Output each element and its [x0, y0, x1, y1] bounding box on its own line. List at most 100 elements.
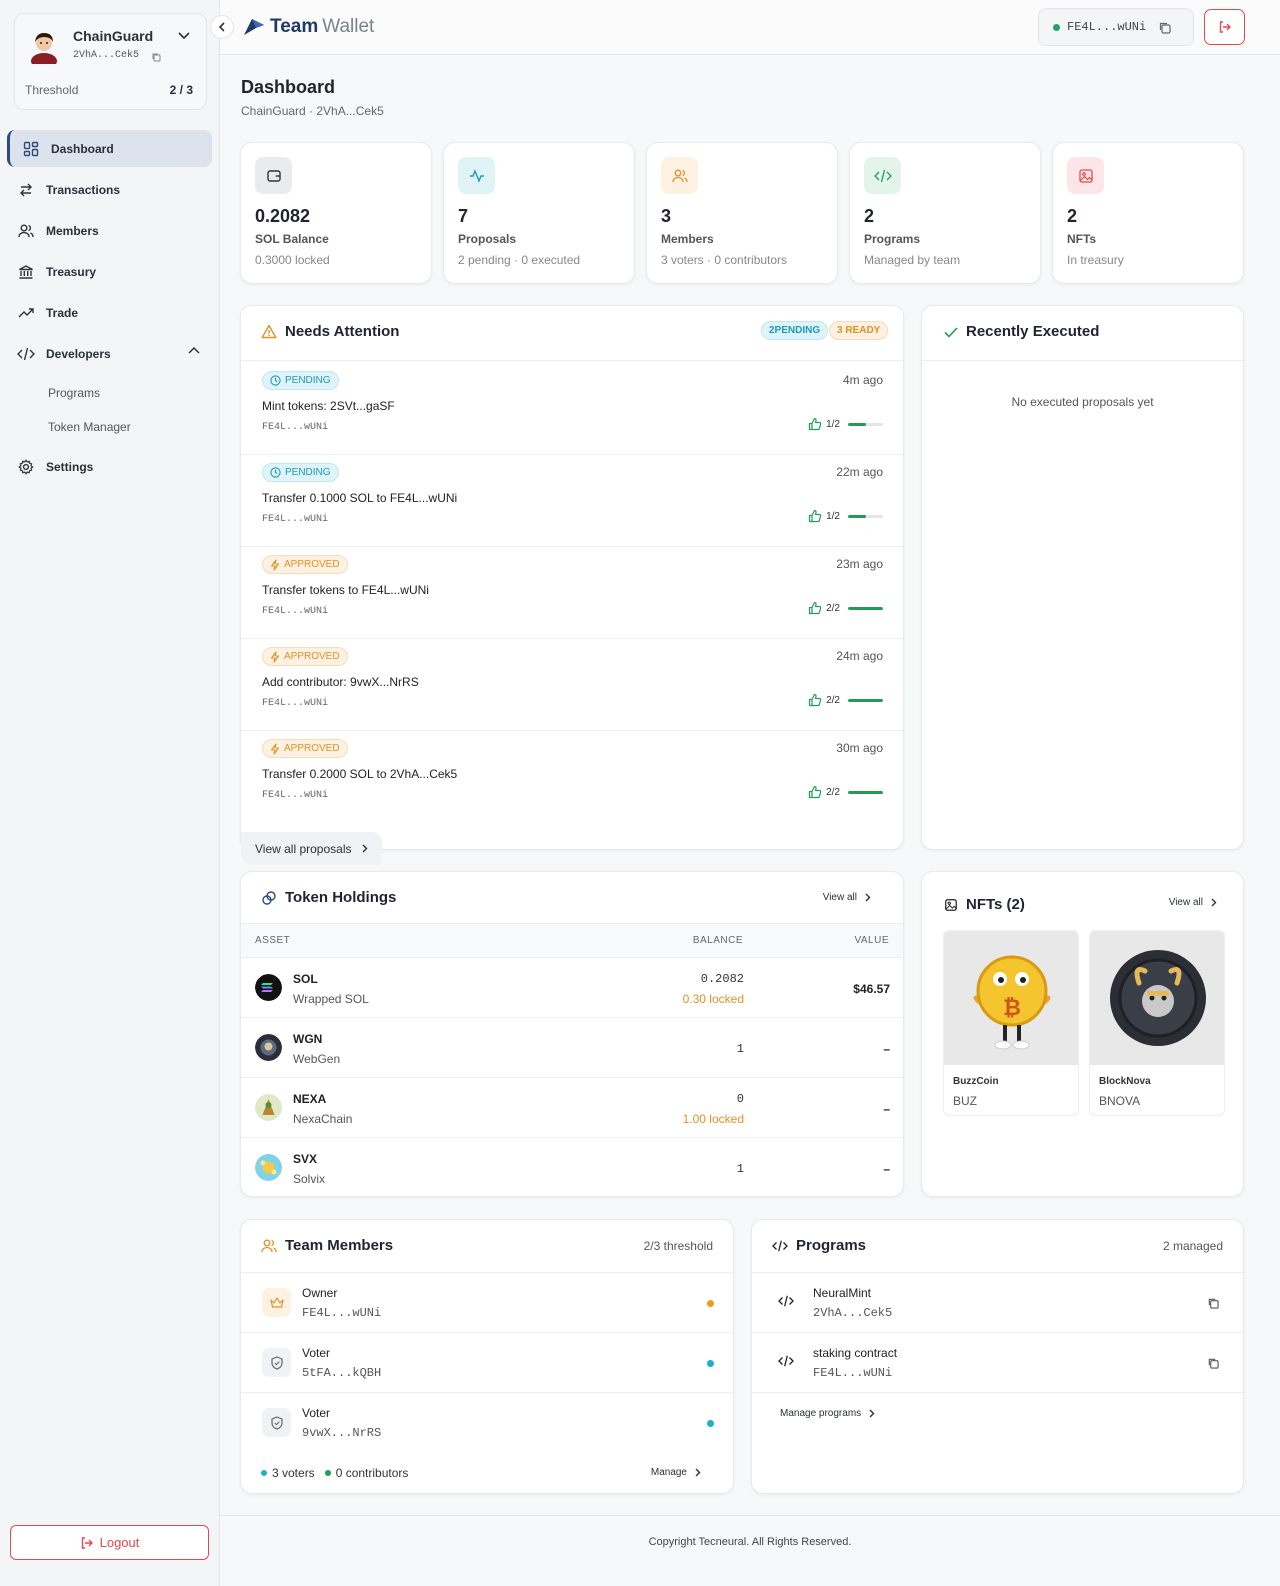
manage-members-link[interactable]: Manage	[651, 1467, 701, 1478]
stat-value: 0.2082	[255, 206, 311, 226]
member-row[interactable]: Voter 5tFA...kQBH	[241, 1332, 734, 1392]
sidebar-item-treasury[interactable]: Treasury	[7, 253, 212, 290]
stat-card-programs[interactable]: 2 Programs Managed by team	[849, 142, 1041, 284]
token-balance: 0.2082	[700, 972, 744, 986]
crown-icon	[262, 1288, 291, 1317]
status-text: APPROVED	[284, 651, 340, 662]
member-row[interactable]: Owner FE4L...wUNi	[241, 1272, 734, 1332]
shield-icon	[262, 1408, 291, 1437]
sidebar-item-label: Transactions	[46, 182, 121, 197]
member-role: Voter	[302, 1346, 331, 1360]
token-value: –	[883, 1102, 890, 1116]
proposal-row[interactable]: APPROVED 30m ago Transfer 0.2000 SOL to 2V…	[241, 731, 903, 823]
proposal-status-badge: APPROVED	[262, 739, 348, 758]
proposal-row[interactable]: APPROVED 24m ago Add contributor: 9vwX...N…	[241, 639, 903, 731]
panel-title: Programs	[772, 1237, 866, 1254]
proposal-votes: 2/2	[808, 693, 883, 707]
divider	[241, 360, 903, 361]
users-icon	[261, 1239, 277, 1252]
account-switcher[interactable]: ChainGuard 2VhA...Cek5 Threshold 2 / 3	[14, 13, 207, 110]
sidebar: ChainGuard 2VhA...Cek5 Threshold 2 / 3 D…	[0, 0, 220, 1586]
stat-card-nfts[interactable]: 2 NFTs In treasury	[1052, 142, 1244, 284]
status-dot	[1053, 23, 1060, 31]
nft-card[interactable]: BlockNova BNOVA	[1089, 930, 1225, 1116]
stat-value: 7	[458, 206, 469, 226]
member-row[interactable]: Voter 9vwX...NrRS	[241, 1392, 734, 1452]
sidebar-item-settings[interactable]: Settings	[7, 448, 212, 485]
arrows-left-right-icon	[17, 181, 35, 199]
table-row[interactable]: SOL Wrapped SOL 0.2082 0.30 locked $46.5…	[241, 957, 904, 1017]
member-role: Owner	[302, 1286, 338, 1300]
table-row[interactable]: WGN WebGen 1 –	[241, 1017, 904, 1077]
token-balance: 0	[736, 1092, 744, 1106]
chevron-down-icon[interactable]	[178, 32, 190, 40]
programs-panel: Programs 2 managed NeuralMint 2VhA...Cek…	[751, 1219, 1245, 1494]
footer: Copyright Tecneural. All Rights Reserved…	[220, 1515, 1280, 1586]
sidebar-subitem-token-manager[interactable]: Token Manager	[7, 410, 212, 444]
disconnect-button[interactable]	[1204, 9, 1245, 45]
stat-sub: In treasury	[1067, 253, 1124, 267]
shield-icon	[262, 1348, 291, 1377]
nft-card[interactable]: ₿ BuzzCoin BUZ	[943, 930, 1079, 1116]
code-icon	[17, 345, 35, 363]
brand-logo[interactable]: Team Wallet	[242, 16, 374, 38]
copy-icon[interactable]	[1158, 21, 1171, 34]
proposal-creator: FE4L...wUNi	[262, 790, 329, 801]
logout-button[interactable]: Logout	[10, 1525, 209, 1560]
stat-card-proposals[interactable]: 7 Proposals 2 pending · 0 executed	[443, 142, 635, 284]
view-all-tokens-link[interactable]: View all	[823, 892, 871, 903]
logout-label: Logout	[99, 1535, 140, 1550]
sidebar-item-members[interactable]: Members	[7, 212, 212, 249]
sidebar-item-label: Treasury	[46, 264, 97, 279]
copy-icon[interactable]	[1207, 1297, 1219, 1309]
table-row[interactable]: NEXA NexaChain 0 1.00 locked –	[241, 1077, 904, 1137]
chevron-left-icon	[218, 22, 225, 32]
stat-label: Proposals	[458, 232, 517, 246]
chevron-up-icon[interactable]	[188, 346, 200, 354]
token-symbol: SOL	[293, 972, 318, 986]
sidebar-item-trade[interactable]: Trade	[7, 294, 212, 331]
stat-label: SOL Balance	[255, 232, 329, 246]
stat-sub: 3 voters · 0 contributors	[661, 253, 788, 267]
stat-card-members[interactable]: 3 Members 3 voters · 0 contributors	[646, 142, 838, 284]
collapse-sidebar-button[interactable]	[210, 15, 234, 39]
vote-progress-bar	[848, 790, 883, 794]
vote-count: 2/2	[826, 602, 840, 614]
wallet-icon	[255, 157, 292, 194]
sidebar-nav: Dashboard Transactions Members Treasury …	[7, 130, 212, 489]
view-all-proposals-button[interactable]: View all proposals	[241, 832, 382, 865]
connected-wallet[interactable]: FE4L...wUNi	[1038, 8, 1194, 46]
proposal-title: Add contributor: 9vwX...NrRS	[262, 675, 419, 689]
sidebar-item-transactions[interactable]: Transactions	[7, 171, 212, 208]
view-all-nfts-link[interactable]: View all	[1169, 897, 1217, 908]
sidebar-subitem-programs[interactable]: Programs	[7, 376, 212, 410]
manage-programs-link[interactable]: Manage programs	[780, 1408, 875, 1419]
panel-title: Needs Attention	[261, 323, 399, 340]
link-label: Manage	[650, 1467, 687, 1478]
sidebar-item-developers[interactable]: Developers	[7, 335, 212, 372]
proposal-row[interactable]: PENDING 4m ago Mint tokens: 2SVt...gaSF FE4…	[241, 363, 903, 455]
proposal-creator: FE4L...wUNi	[262, 422, 329, 433]
copy-icon[interactable]	[151, 52, 161, 62]
nft-image: ₿	[944, 931, 1078, 1065]
threshold-text: 2/3 threshold	[643, 1239, 713, 1253]
status-text: PENDING	[285, 467, 331, 478]
gear-icon	[17, 458, 35, 476]
brand-name-wallet: Wallet	[322, 16, 375, 37]
column-header-balance: BALANCE	[692, 935, 743, 946]
proposal-title: Mint tokens: 2SVt...gaSF	[262, 399, 395, 413]
proposal-row[interactable]: PENDING 22m ago Transfer 0.1000 SOL to FE4…	[241, 455, 903, 547]
program-row[interactable]: staking contract FE4L...wUNi	[752, 1332, 1245, 1392]
proposal-row[interactable]: APPROVED 23m ago Transfer tokens to FE4L..…	[241, 547, 903, 639]
table-row[interactable]: SVX Solvix 1 –	[241, 1137, 904, 1197]
stat-card-sol-balance[interactable]: 0.2082 SOL Balance 0.3000 locked	[240, 142, 432, 284]
copy-icon[interactable]	[1207, 1357, 1219, 1369]
token-balance: 1	[736, 1042, 744, 1056]
program-row[interactable]: NeuralMint 2VhA...Cek5	[752, 1272, 1245, 1332]
sidebar-item-dashboard[interactable]: Dashboard	[7, 130, 212, 167]
token-symbol: SVX	[293, 1152, 318, 1166]
proposal-title: Transfer 0.2000 SOL to 2VhA...Cek5	[262, 767, 458, 781]
nft-image	[1090, 931, 1224, 1065]
member-address: 5tFA...kQBH	[302, 1366, 382, 1380]
image-icon	[1067, 157, 1104, 194]
